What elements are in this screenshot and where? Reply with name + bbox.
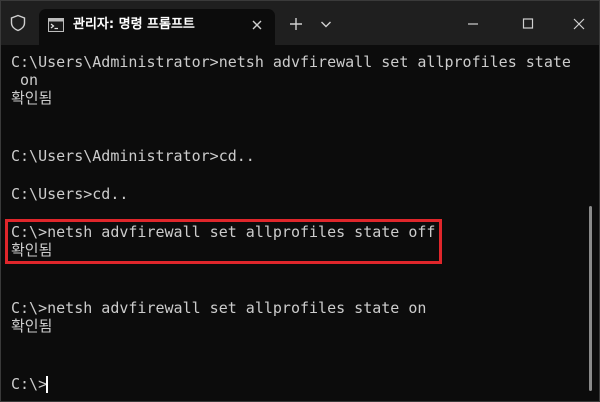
close-icon[interactable]: [567, 13, 591, 35]
terminal-line: on: [11, 71, 39, 89]
text-cursor: [46, 376, 48, 393]
highlight-box: [5, 219, 442, 264]
tab-title: 관리자: 명령 프롬프트: [73, 17, 195, 32]
terminal-line: 확인됨: [11, 89, 53, 107]
scrollbar[interactable]: [589, 206, 592, 391]
terminal-window: 관리자: 명령 프롬프트 C:\Users\Administrator>nets…: [0, 0, 600, 402]
tab-close-icon[interactable]: [247, 15, 267, 35]
terminal-line: C:\Users>cd..: [11, 185, 129, 203]
minimize-icon[interactable]: [461, 13, 485, 35]
title-bar: 관리자: 명령 프롬프트: [1, 1, 599, 45]
chevron-down-icon[interactable]: [315, 13, 337, 35]
terminal-line: C:\>netsh advfirewall set allprofiles st…: [11, 299, 427, 317]
terminal-line: 확인됨: [11, 317, 53, 335]
terminal-line: C:\Users\Administrator>cd..: [11, 147, 255, 165]
terminal-line: C:\Users\Administrator>netsh advfirewall…: [11, 53, 571, 71]
terminal-prompt: C:\>: [11, 375, 48, 393]
tab-command-prompt[interactable]: 관리자: 명령 프롬프트: [39, 9, 275, 45]
new-tab-button[interactable]: [285, 13, 307, 35]
shield-icon: [10, 14, 26, 32]
maximize-icon[interactable]: [516, 13, 540, 35]
terminal-icon: [48, 18, 64, 32]
